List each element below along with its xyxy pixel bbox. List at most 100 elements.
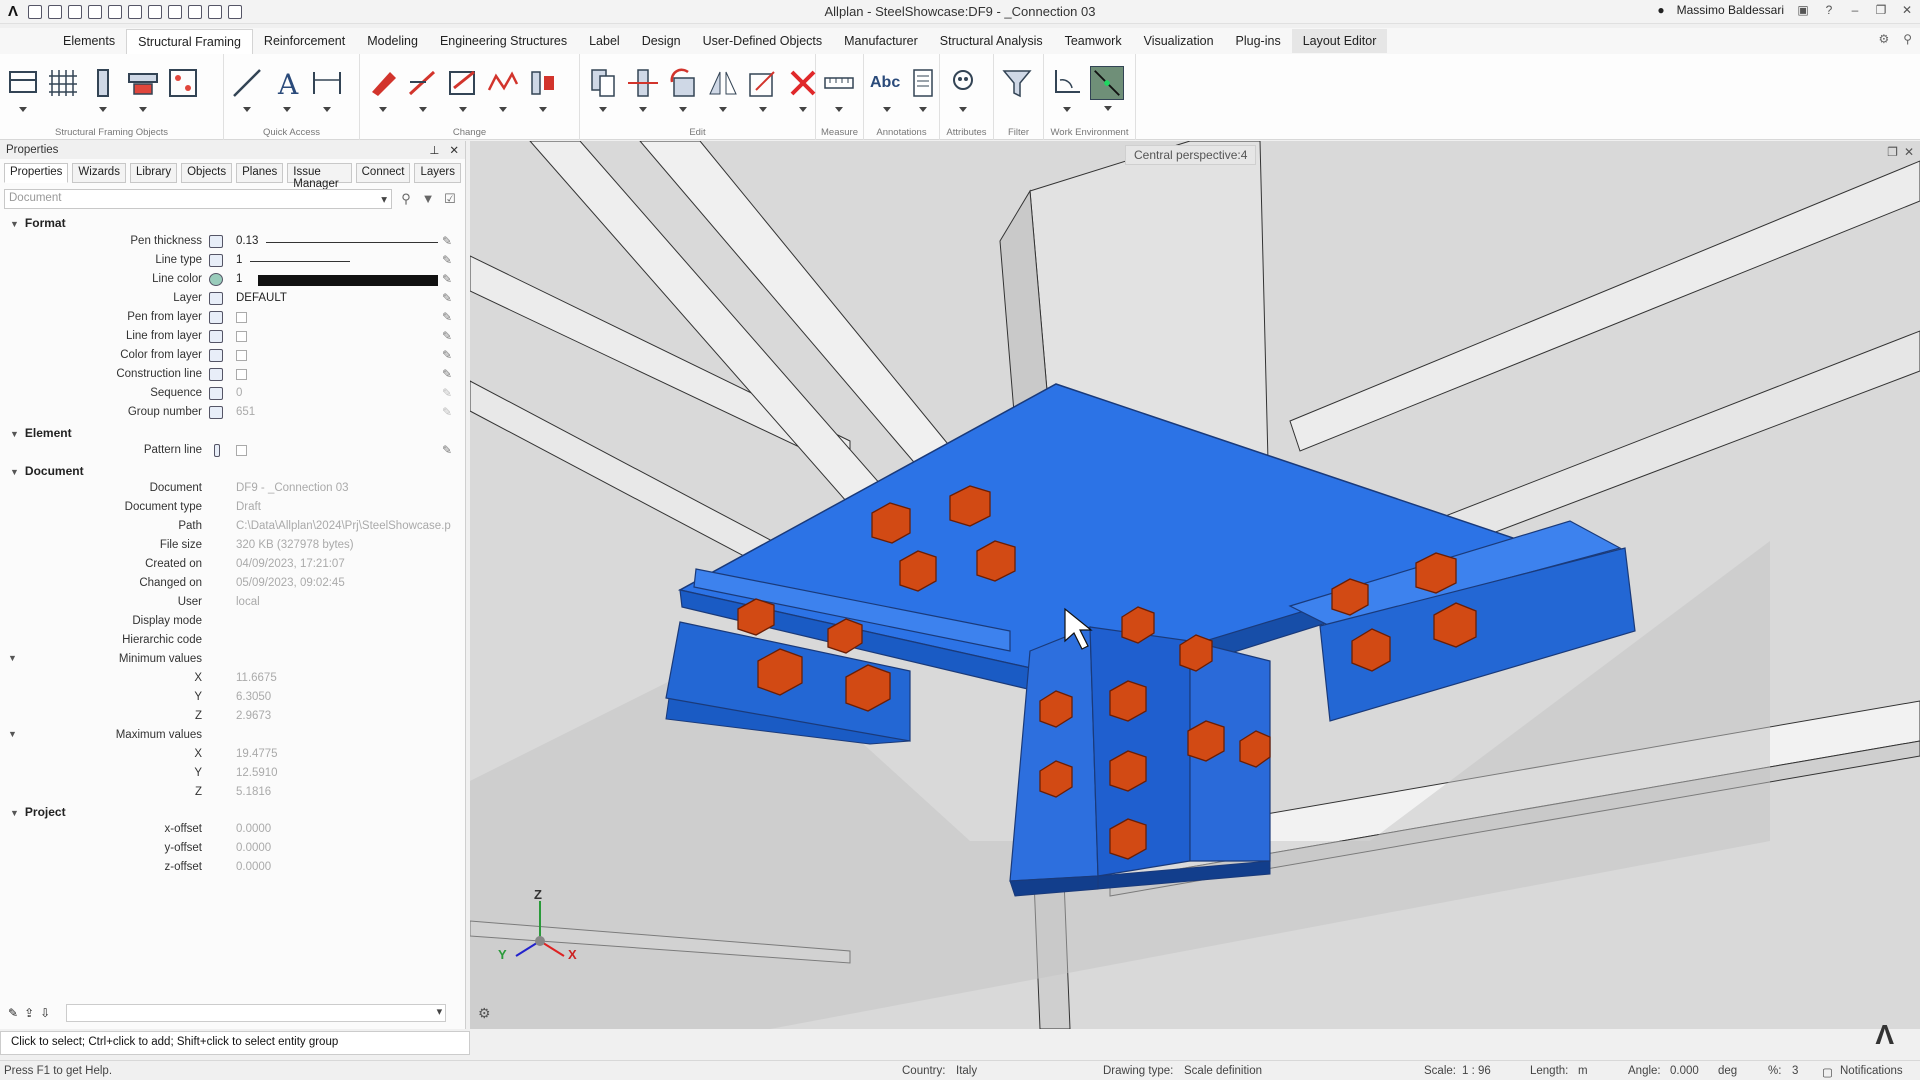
beam-icon[interactable] <box>126 66 160 112</box>
tab-visualization[interactable]: Visualization <box>1133 29 1225 53</box>
drawing-type-value[interactable]: Scale definition <box>1184 1065 1262 1077</box>
filter-small-icon[interactable]: ▼ <box>420 191 436 207</box>
modify-icon[interactable] <box>366 66 400 112</box>
pen-from-layer-checkbox[interactable] <box>236 312 247 323</box>
pipette-icon[interactable]: ✎ <box>442 253 456 267</box>
line-from-layer-checkbox[interactable] <box>236 331 247 342</box>
command-input[interactable] <box>66 1004 447 1022</box>
move-icon[interactable] <box>626 66 660 112</box>
edit-plane-icon[interactable] <box>446 66 480 112</box>
length-value[interactable]: m <box>1578 1065 1588 1077</box>
document-select[interactable]: Document <box>4 189 392 209</box>
dimension-icon[interactable] <box>310 66 344 112</box>
tab-label[interactable]: Label <box>578 29 631 53</box>
steel-connection-model[interactable] <box>470 141 1920 1029</box>
pipette-icon[interactable]: ✎ <box>442 291 456 305</box>
percent-value[interactable]: 3 <box>1792 1065 1798 1077</box>
tab-manufacturer[interactable]: Manufacturer <box>833 29 929 53</box>
rotate-icon[interactable] <box>666 66 700 112</box>
line-icon[interactable] <box>230 66 264 112</box>
scale-icon[interactable] <box>746 66 780 112</box>
copy-icon[interactable] <box>586 66 620 112</box>
tab-reinforcement[interactable]: Reinforcement <box>253 29 356 53</box>
tab-layers[interactable]: Layers <box>414 163 461 183</box>
undo-icon[interactable] <box>128 4 142 19</box>
tab-wizards[interactable]: Wizards <box>72 163 126 183</box>
extend-icon[interactable] <box>526 66 560 112</box>
section-project[interactable]: ▼ Project <box>0 805 466 819</box>
angle-value[interactable]: 0.000 <box>1670 1065 1699 1077</box>
new-file-icon[interactable] <box>28 4 42 19</box>
export-icon[interactable]: ⇪ <box>24 1006 34 1020</box>
column-icon[interactable] <box>86 66 120 112</box>
list-icon[interactable] <box>906 66 940 112</box>
help-icon[interactable]: ? <box>1822 3 1836 17</box>
minimize-button[interactable]: – <box>1848 3 1862 17</box>
close-view-icon[interactable]: ✕ <box>1904 145 1914 159</box>
tab-user-defined-objects[interactable]: User-Defined Objects <box>692 29 834 53</box>
settings-icon[interactable]: ⚙ <box>1878 32 1889 46</box>
notifications-button[interactable]: Notifications <box>1840 1065 1903 1077</box>
tab-plug-ins[interactable]: Plug-ins <box>1225 29 1292 53</box>
scale-value[interactable]: 1 : 96 <box>1462 1065 1491 1077</box>
polyline-icon[interactable] <box>486 66 520 112</box>
tab-engineering-structures[interactable]: Engineering Structures <box>429 29 578 53</box>
close-panel-icon[interactable]: ✕ <box>449 143 459 157</box>
close-button[interactable]: ✕ <box>1900 3 1914 17</box>
view-label[interactable]: Central perspective:4 <box>1125 145 1257 165</box>
search-icon[interactable]: ⚲ <box>1903 32 1912 46</box>
pen-tool-icon[interactable]: ✎ <box>8 1006 18 1020</box>
pattern-line-checkbox[interactable] <box>236 445 247 456</box>
collapse-max-icon[interactable]: ▼ <box>8 729 17 739</box>
pen-thickness-value[interactable]: 0.13 <box>236 235 258 247</box>
restore-button[interactable]: ❐ <box>1874 3 1888 17</box>
framework-icon[interactable] <box>6 66 40 112</box>
abc-label-icon[interactable]: Abc <box>870 66 900 112</box>
pipette-icon[interactable]: ✎ <box>442 443 456 457</box>
color-from-layer-checkbox[interactable] <box>236 350 247 361</box>
coordinate-icon[interactable] <box>1050 66 1084 112</box>
tab-structural-framing[interactable]: Structural Framing <box>126 28 253 54</box>
pipette-icon[interactable]: ✎ <box>442 367 456 381</box>
cart-icon[interactable]: ▣ <box>1796 3 1810 17</box>
tab-connect[interactable]: Connect <box>355 163 411 183</box>
tab-elements[interactable]: Elements <box>52 29 126 53</box>
tools-icon[interactable] <box>228 4 242 19</box>
tab-layout-editor[interactable]: Layout Editor <box>1291 29 1388 53</box>
country-value[interactable]: Italy <box>956 1065 977 1077</box>
line-color-value[interactable]: 1 <box>236 273 242 285</box>
tab-modeling[interactable]: Modeling <box>356 29 429 53</box>
tab-structural-analysis[interactable]: Structural Analysis <box>929 29 1054 53</box>
tab-properties[interactable]: Properties <box>4 163 69 183</box>
text-icon[interactable]: A <box>270 66 304 112</box>
construction-line-checkbox[interactable] <box>236 369 247 380</box>
delete-icon[interactable] <box>786 66 820 112</box>
pipette-icon[interactable]: ✎ <box>442 348 456 362</box>
apply-icon[interactable]: ☑ <box>442 191 458 207</box>
section-document[interactable]: ▼ Document <box>0 464 466 478</box>
refresh-icon[interactable] <box>188 4 202 19</box>
grid-icon[interactable] <box>46 66 80 100</box>
snap-icon[interactable] <box>1090 66 1124 111</box>
mirror-icon[interactable] <box>706 66 740 112</box>
tab-library[interactable]: Library <box>129 163 178 183</box>
notifications-icon[interactable]: ▢ <box>1822 1065 1833 1079</box>
pipette-icon[interactable]: ✎ <box>442 234 456 248</box>
section-element[interactable]: ▼ Element <box>0 426 466 440</box>
line-type-value[interactable]: 1 <box>236 254 242 266</box>
collapse-min-icon[interactable]: ▼ <box>8 653 17 663</box>
pipette-icon[interactable]: ✎ <box>442 329 456 343</box>
tab-objects[interactable]: Objects <box>181 163 233 183</box>
open-icon[interactable] <box>68 4 82 19</box>
connection-icon[interactable] <box>166 66 200 100</box>
attributes-icon[interactable] <box>946 66 980 112</box>
print-icon[interactable] <box>108 4 122 19</box>
grid-icon[interactable] <box>48 4 62 19</box>
measure-icon[interactable] <box>822 66 856 112</box>
save-icon[interactable] <box>88 4 102 19</box>
tab-teamwork[interactable]: Teamwork <box>1054 29 1133 53</box>
pipette-icon[interactable]: ✎ <box>442 272 456 286</box>
filter-icon[interactable] <box>1000 66 1034 100</box>
zoom-icon[interactable]: ⚲ <box>398 191 414 207</box>
pipette-icon[interactable]: ✎ <box>442 310 456 324</box>
